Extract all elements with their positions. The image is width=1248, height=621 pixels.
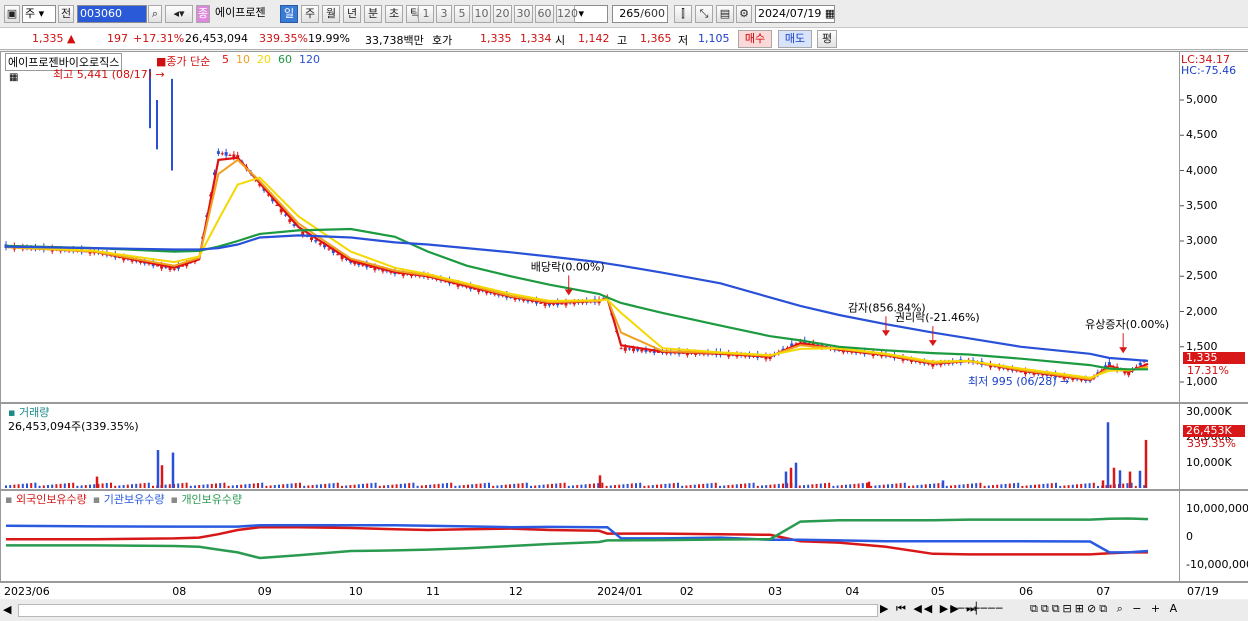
ma-line-120 bbox=[5, 234, 1149, 362]
ma-legend-item: 60 bbox=[278, 53, 292, 66]
high-note: 최고 5,441 (08/17) → bbox=[53, 68, 165, 81]
scroll-left-icon[interactable]: ◀ bbox=[3, 603, 11, 616]
tool-icons[interactable]: ⧉⧉⧉⊟⊞⊘⧉ ⌕ − + A bbox=[1030, 602, 1180, 616]
x-tick-label: 07/19 bbox=[1187, 585, 1219, 598]
ma-legend-item: 10 bbox=[236, 53, 250, 66]
event-arrow-head bbox=[564, 289, 573, 296]
event-arrow-head bbox=[928, 340, 937, 347]
event-label: 유상증자(0.00%) bbox=[1085, 318, 1169, 331]
hc-label: HC:-75.46 bbox=[1181, 64, 1237, 77]
ma-line-20 bbox=[5, 176, 1149, 379]
candle-body bbox=[216, 151, 220, 154]
calc-icon[interactable]: ▦ bbox=[9, 72, 18, 83]
price-tick-label: 3,500 bbox=[1186, 198, 1218, 212]
event-label: 권리락(-21.46%) bbox=[895, 311, 980, 324]
chart-svg: 배당락(0.00%)감자(856.84%)권리락(-21.46%)유상증자(0.… bbox=[4, 68, 1184, 560]
holding-tick-label: -10,000,000 bbox=[1186, 558, 1248, 571]
last-price-tag: 1,335 bbox=[1183, 352, 1245, 364]
candle-body bbox=[1138, 362, 1142, 366]
candle-body bbox=[318, 242, 322, 245]
x-tick-label: 08 bbox=[172, 585, 187, 598]
x-tick-label: 10 bbox=[348, 585, 363, 598]
last-pct: 17.31% bbox=[1187, 364, 1229, 377]
x-tick-label: 2023/06 bbox=[4, 585, 50, 598]
candle-body bbox=[224, 152, 228, 156]
candle-body bbox=[623, 347, 627, 351]
candle-body bbox=[220, 153, 224, 155]
x-tick-label: 12 bbox=[508, 585, 523, 598]
volume-pct: 339.35% bbox=[1187, 437, 1236, 450]
x-axis: 2023/06 08 09 10 11 12 2024/01 02 03 04 05 06 07 07/1… bbox=[0, 582, 1248, 599]
low-note: 최저 995 (06/28) → bbox=[968, 375, 1070, 388]
event-label: 배당락(0.00%) bbox=[531, 260, 605, 273]
price-tick-label: 3,000 bbox=[1186, 234, 1218, 247]
candle-body bbox=[336, 254, 340, 256]
x-tick-label: 07 bbox=[1096, 585, 1111, 598]
price-tick-label: 2,000 bbox=[1186, 304, 1218, 318]
holding-legend-item: 기관보유수량 bbox=[103, 493, 165, 506]
x-tick-label: 04 bbox=[845, 585, 860, 598]
volume-value: 26,453,094주(339.35%) bbox=[8, 420, 139, 433]
candle-body bbox=[632, 348, 636, 352]
x-tick-label: 09 bbox=[257, 585, 272, 598]
ma-legend-item: 20 bbox=[257, 53, 271, 66]
holding-tick-label: 10,000,000 bbox=[1186, 502, 1248, 515]
holding-legend-marker: ▪ bbox=[5, 493, 16, 506]
zoom-slider[interactable]: ───┼─── bbox=[950, 602, 1003, 615]
candle-body bbox=[640, 349, 644, 352]
price-tick-label: 5,000 bbox=[1186, 93, 1218, 106]
price-tick-label: 4,000 bbox=[1186, 163, 1218, 177]
price-tick-label: 4,500 bbox=[1186, 128, 1218, 142]
candle-body bbox=[228, 154, 232, 156]
last-volume-tag: 26,453K bbox=[1183, 425, 1245, 437]
holding-legend: ▪ 외국인보유수량 ▪ 기관보유수량 ▪ 개인보유수량 bbox=[5, 491, 248, 507]
volume-tick-label: 30,000K bbox=[1186, 405, 1232, 419]
holding-legend-marker: ▪ bbox=[92, 493, 104, 506]
candle-body bbox=[172, 268, 176, 270]
scroll-track[interactable] bbox=[18, 604, 878, 617]
event-arrow-head bbox=[881, 330, 890, 337]
holding-legend-marker: ▪ bbox=[170, 493, 182, 506]
x-tick-label: 11 bbox=[426, 585, 441, 598]
ma-legend-item: 5 bbox=[222, 53, 229, 66]
holding-tick-label: 0 bbox=[1186, 530, 1193, 543]
ma-legend: 5 10 20 60 120 bbox=[222, 53, 327, 66]
candle-body bbox=[619, 348, 623, 350]
holding-legend-item: 개인보유수량 bbox=[181, 493, 243, 506]
x-tick-label: 2024/01 bbox=[597, 585, 643, 598]
candle-body bbox=[309, 237, 313, 241]
candle-body bbox=[327, 248, 331, 250]
candle-body bbox=[627, 348, 631, 350]
x-tick-label: 05 bbox=[930, 585, 945, 598]
x-tick-label: 02 bbox=[679, 585, 694, 598]
x-tick-label: 06 bbox=[1019, 585, 1034, 598]
volume-tick-label: 10,000K bbox=[1186, 455, 1232, 469]
price-tick-label: 2,500 bbox=[1186, 269, 1218, 283]
holding-legend-item: 외국인보유수량 bbox=[15, 493, 87, 506]
event-arrow-head bbox=[1119, 347, 1128, 354]
scrollbar[interactable]: ◀ ▶ ⏮ ◀◀ ▶▶ ⏭ ───┼─── ⧉⧉⧉⊟⊞⊘⧉ ⌕ − + A bbox=[0, 600, 1248, 621]
ma-legend-item: 120 bbox=[299, 53, 320, 66]
x-tick-label: 03 bbox=[768, 585, 783, 598]
candle-body bbox=[539, 302, 543, 304]
candle-body bbox=[560, 303, 564, 305]
